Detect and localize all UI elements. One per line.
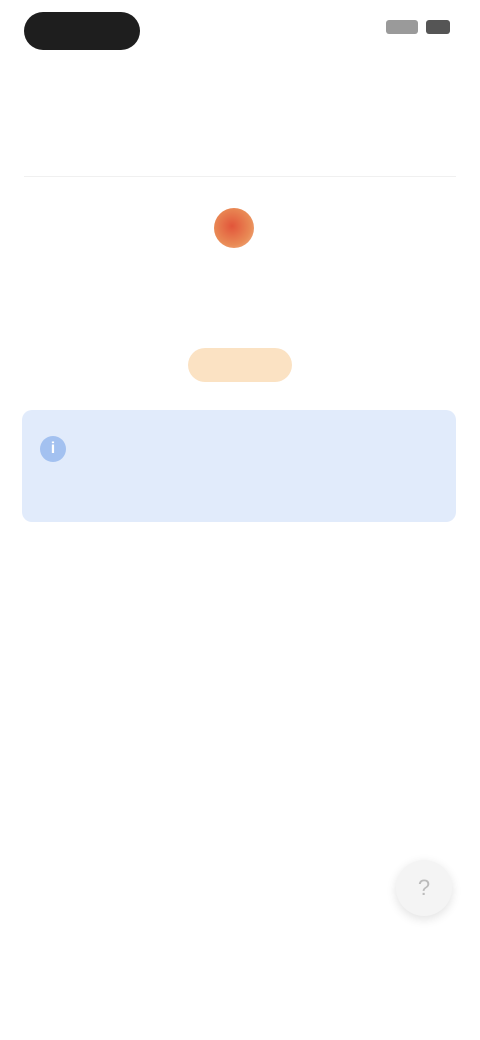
battery-icon [426, 20, 450, 34]
floating-help-button[interactable]: ? [396, 860, 452, 916]
tab-bar [24, 138, 456, 177]
cta-button[interactable] [188, 348, 292, 382]
status-icons [386, 20, 450, 34]
status-time-pill [24, 12, 140, 50]
page-header [0, 58, 480, 64]
signal-icon [386, 20, 418, 34]
info-card: i [22, 410, 456, 522]
tab-first[interactable] [24, 138, 240, 176]
info-icon: i [40, 436, 66, 462]
tab-second[interactable] [240, 138, 456, 176]
help-icon: ? [417, 875, 431, 900]
brand-block [0, 208, 480, 248]
brand-logo-icon [214, 208, 254, 248]
